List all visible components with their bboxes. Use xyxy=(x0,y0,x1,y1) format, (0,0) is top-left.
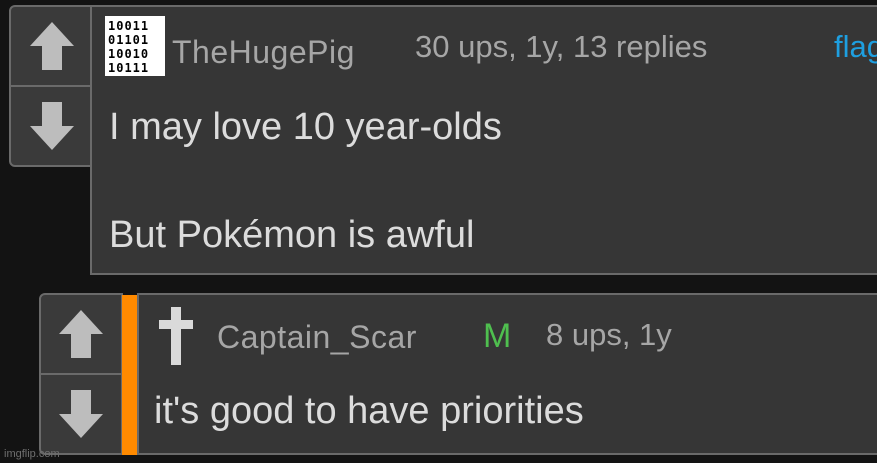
arrow-up-icon xyxy=(30,22,74,70)
downvote-button-1[interactable] xyxy=(11,87,93,165)
vote-column-2 xyxy=(39,293,123,455)
avatar-1[interactable]: 10011 01101 10010 10111 xyxy=(105,16,165,76)
avatar-row: 10010 xyxy=(108,47,150,61)
comment-text-line-1: it's good to have priorities xyxy=(154,390,584,432)
mod-badge: M xyxy=(483,317,512,355)
comment-2: Captain_Scar M 8 ups, 1y it's good to ha… xyxy=(137,293,877,455)
watermark: imgflip.com xyxy=(4,448,60,460)
cross-icon[interactable] xyxy=(156,305,196,367)
arrow-up-icon xyxy=(59,310,103,358)
vote-column-1 xyxy=(9,5,95,167)
op-indicator-bar xyxy=(122,295,137,455)
upvote-button-1[interactable] xyxy=(11,7,93,87)
comment-meta-1: 30 ups, 1y, 13 replies xyxy=(415,29,708,64)
comment-text-line-1: I may love 10 year-olds xyxy=(109,106,502,148)
comment-text-line-2: But Pokémon is awful xyxy=(109,214,475,256)
avatar-row: 10111 xyxy=(108,61,150,75)
comment-meta-2: 8 ups, 1y xyxy=(546,317,672,352)
arrow-down-icon xyxy=(30,102,74,150)
username-2[interactable]: Captain_Scar xyxy=(217,319,417,356)
avatar-row: 10011 xyxy=(108,19,150,33)
upvote-button-2[interactable] xyxy=(41,295,121,375)
username-1[interactable]: TheHugePig xyxy=(172,34,355,71)
flag-link[interactable]: flag xyxy=(834,29,877,65)
avatar-row: 01101 xyxy=(108,33,150,47)
downvote-button-2[interactable] xyxy=(41,375,121,453)
arrow-down-icon xyxy=(59,390,103,438)
comment-1: 10011 01101 10010 10111 TheHugePig 30 up… xyxy=(90,5,877,275)
